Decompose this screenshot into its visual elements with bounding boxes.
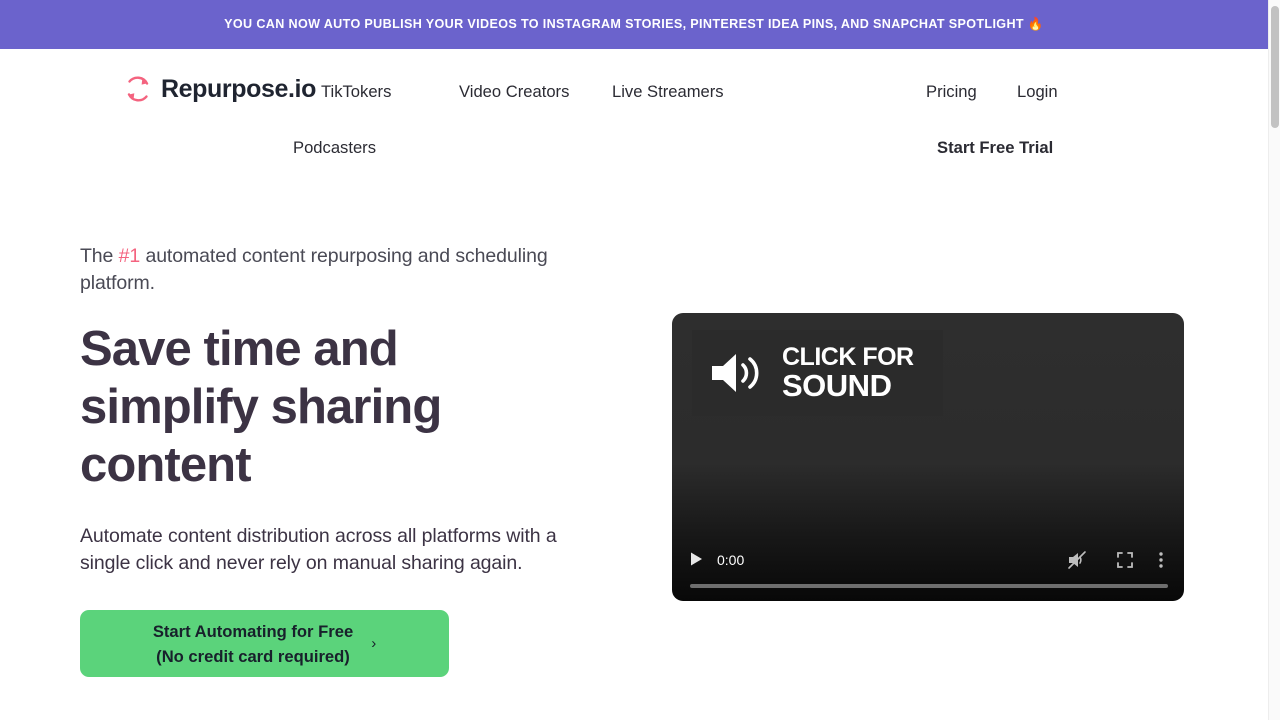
- hero-eyebrow-before: The: [80, 245, 119, 267]
- sound-badge-line1: CLICK FOR: [782, 343, 914, 371]
- click-for-sound-text: CLICK FOR SOUND: [782, 343, 914, 403]
- nav-item-podcasters[interactable]: Podcasters: [293, 139, 376, 157]
- announcement-banner[interactable]: YOU CAN NOW AUTO PUBLISH YOUR VIDEOS TO …: [0, 0, 1268, 49]
- page-root: YOU CAN NOW AUTO PUBLISH YOUR VIDEOS TO …: [0, 0, 1280, 720]
- start-automating-button[interactable]: Start Automating for Free (No credit car…: [80, 610, 449, 677]
- page-scrollbar[interactable]: [1268, 0, 1280, 720]
- volume-muted-icon[interactable]: [1066, 549, 1088, 571]
- site-header: Repurpose.io TikTokers Video Creators Li…: [0, 49, 1268, 179]
- chevron-right-icon: ›: [371, 635, 377, 652]
- nav-item-video-creators[interactable]: Video Creators: [459, 83, 569, 101]
- video-controls-bar: 0:00: [672, 529, 1184, 601]
- hero-eyebrow: The #1 automated content repurposing and…: [80, 243, 600, 297]
- primary-nav: TikTokers Video Creators Live Streamers …: [0, 49, 1268, 179]
- page-title: Save time and simplify sharing content: [80, 322, 442, 492]
- announcement-text: YOU CAN NOW AUTO PUBLISH YOUR VIDEOS TO …: [224, 17, 1044, 32]
- speaker-waves-icon: [710, 350, 770, 396]
- play-icon[interactable]: [688, 551, 704, 567]
- nav-item-live-streamers[interactable]: Live Streamers: [612, 83, 724, 101]
- hero-content: The #1 automated content repurposing and…: [80, 243, 600, 677]
- hero-eyebrow-accent: #1: [118, 245, 141, 267]
- scrollbar-thumb[interactable]: [1271, 6, 1279, 128]
- nav-item-pricing[interactable]: Pricing: [926, 83, 977, 101]
- sound-badge-line2: SOUND: [782, 368, 892, 403]
- click-for-sound-badge[interactable]: CLICK FOR SOUND: [692, 330, 943, 416]
- hero-eyebrow-after: automated content repurposing and schedu…: [80, 245, 548, 294]
- more-options-icon[interactable]: [1150, 549, 1172, 571]
- start-automating-button-label: Start Automating for Free (No credit car…: [152, 621, 354, 666]
- nav-item-tiktokers[interactable]: TikTokers: [321, 83, 391, 101]
- video-current-time: 0:00: [717, 552, 745, 568]
- hero-subcopy: Automate content distribution across all…: [80, 525, 557, 574]
- fullscreen-icon[interactable]: [1114, 549, 1136, 571]
- nav-item-login[interactable]: Login: [1017, 83, 1058, 101]
- hero-video-player[interactable]: CLICK FOR SOUND 0:00: [672, 313, 1184, 601]
- start-free-trial-link[interactable]: Start Free Trial: [937, 139, 1053, 157]
- video-progress-bar[interactable]: [690, 584, 1168, 588]
